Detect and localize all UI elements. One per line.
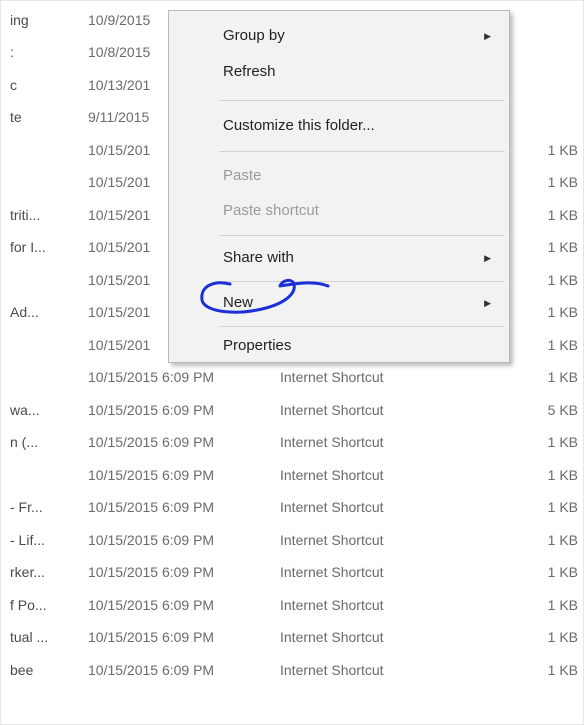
file-type: Internet Shortcut [280,564,384,580]
menu-item-label: Customize this folder... [223,117,375,134]
file-name: bee [10,662,34,678]
menu-item-share-with[interactable]: Share with ▶ [169,243,509,273]
submenu-arrow-icon: ▶ [484,298,491,308]
file-type: Internet Shortcut [280,369,384,385]
menu-item-properties[interactable]: Properties [169,331,509,361]
file-size: 1 KB [547,369,578,385]
file-name: : [10,44,14,60]
file-name: wa... [10,402,40,418]
file-name: ing [10,12,29,28]
menu-separator [219,151,505,152]
file-name: c [10,77,17,93]
menu-separator [219,281,505,282]
file-size: 5 KB [547,402,578,418]
file-date-modified: 10/15/2015 6:09 PM [88,662,215,678]
menu-item-label: Share with [223,249,294,266]
file-size: 1 KB [547,597,578,613]
menu-separator [219,100,505,101]
menu-item-new[interactable]: New ▶ [169,288,509,318]
file-name: - Fr... [10,499,43,515]
file-name: n (... [10,434,39,450]
file-size: 1 KB [547,564,578,580]
menu-item-label: Refresh [223,63,276,80]
menu-item-paste-shortcut[interactable]: Paste shortcut [169,196,509,226]
file-row[interactable]: bee 10/15/2015 6:09 PM Internet Shortcut… [0,655,584,685]
menu-item-label: Properties [223,337,292,354]
file-row[interactable]: - Lif... 10/15/2015 6:09 PM Internet Sho… [0,525,584,555]
file-type: Internet Shortcut [280,532,384,548]
file-date-modified: 10/15/2015 6:09 PM [88,564,215,580]
file-row[interactable]: - Fr... 10/15/2015 6:09 PM Internet Shor… [0,492,584,522]
file-date-modified: 10/15/2015 6:09 PM [88,467,215,483]
file-row[interactable]: tual ... 10/15/2015 6:09 PM Internet Sho… [0,622,584,652]
submenu-arrow-icon: ▶ [484,31,491,41]
file-date-modified: 10/15/2015 6:09 PM [88,532,215,548]
file-size: 1 KB [547,467,578,483]
file-size: 1 KB [547,207,578,223]
file-size: 1 KB [547,239,578,255]
submenu-arrow-icon: ▶ [484,253,491,263]
file-type: Internet Shortcut [280,662,384,678]
file-date-modified: 10/15/2015 6:09 PM [88,597,215,613]
menu-item-label: New [223,294,254,311]
file-name: te [10,109,22,125]
file-size: 1 KB [547,662,578,678]
file-size: 1 KB [547,532,578,548]
file-row[interactable]: f Po... 10/15/2015 6:09 PM Internet Shor… [0,590,584,620]
file-size: 1 KB [547,629,578,645]
menu-item-label: Paste [223,167,262,184]
file-row[interactable]: n (... 10/15/2015 6:09 PM Internet Short… [0,427,584,457]
file-name: for I... [10,239,46,255]
file-date-modified: 10/15/2015 6:09 PM [88,499,215,515]
file-name: tual ... [10,629,49,645]
file-size: 1 KB [547,337,578,353]
file-type: Internet Shortcut [280,629,384,645]
file-name: - Lif... [10,532,46,548]
file-size: 1 KB [547,272,578,288]
menu-item-paste[interactable]: Paste [169,161,509,191]
file-type: Internet Shortcut [280,434,384,450]
menu-item-customize-folder[interactable]: Customize this folder... [169,111,509,141]
menu-separator [219,235,505,236]
menu-item-label: Paste shortcut [223,202,319,219]
file-type: Internet Shortcut [280,402,384,418]
file-row[interactable]: rker... 10/15/2015 6:09 PM Internet Shor… [0,557,584,587]
menu-item-group-by[interactable]: Group by ▶ [169,21,509,51]
context-menu: Group by ▶ Refresh Customize this folder… [168,10,510,363]
file-type: Internet Shortcut [280,467,384,483]
file-type: Internet Shortcut [280,499,384,515]
file-type: Internet Shortcut [280,597,384,613]
file-size: 1 KB [547,142,578,158]
file-size: 1 KB [547,499,578,515]
menu-item-refresh[interactable]: Refresh [169,57,509,87]
menu-separator [219,326,505,327]
file-name: f Po... [10,597,47,613]
file-name: rker... [10,564,46,580]
file-size: 1 KB [547,304,578,320]
file-row[interactable]: 10/15/2015 6:09 PM Internet Shortcut 1 K… [0,362,584,392]
file-date-modified: 10/15/2015 6:09 PM [88,629,215,645]
menu-item-label: Group by [223,27,285,44]
file-name: Ad... [10,304,39,320]
file-size: 1 KB [547,174,578,190]
file-row[interactable]: 10/15/2015 6:09 PM Internet Shortcut 1 K… [0,460,584,490]
file-size: 1 KB [547,434,578,450]
file-date-modified: 10/15/2015 6:09 PM [88,402,215,418]
file-row[interactable]: wa... 10/15/2015 6:09 PM Internet Shortc… [0,395,584,425]
file-name: triti... [10,207,41,223]
file-date-modified: 10/15/2015 6:09 PM [88,434,215,450]
file-date-modified: 10/15/2015 6:09 PM [88,369,215,385]
